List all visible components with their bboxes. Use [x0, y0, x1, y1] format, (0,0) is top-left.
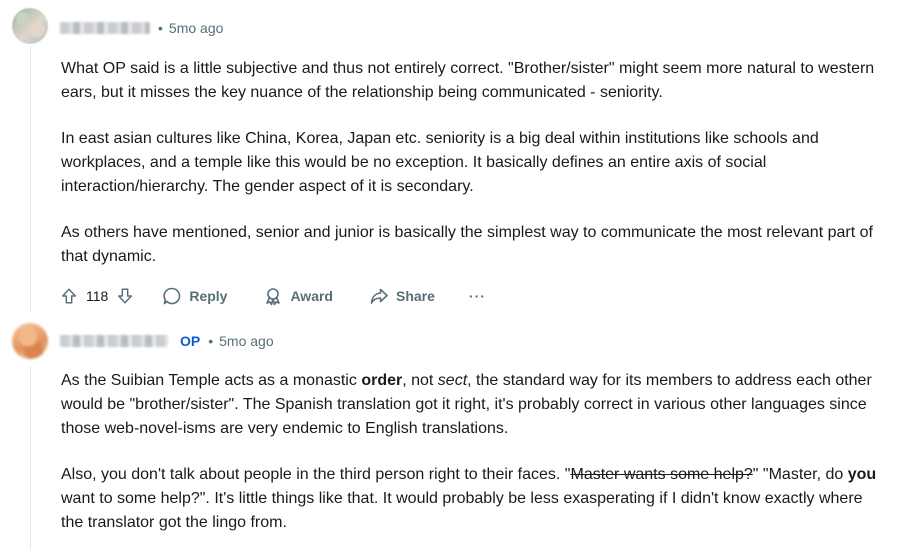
share-icon — [370, 288, 388, 304]
author-name-blurred[interactable] — [60, 335, 168, 347]
reply-label: Reply — [189, 288, 228, 304]
text-run: " "Master, do — [752, 466, 848, 483]
comment-paragraph: Also, you don't talk about people in the… — [61, 463, 886, 535]
upvote-icon[interactable] — [60, 287, 78, 305]
separator-dot: • — [208, 333, 214, 349]
comment-paragraph: As others have mentioned, senior and jun… — [61, 224, 873, 265]
vote-count: 118 — [86, 288, 109, 304]
award-label: Award — [290, 288, 333, 304]
comment-meta: • 5mo ago — [60, 18, 223, 38]
share-label: Share — [396, 288, 435, 304]
share-button[interactable]: Share — [369, 286, 435, 306]
comment-paragraph: As the Suibian Temple acts as a monastic… — [61, 369, 886, 441]
comment-paragraph: What OP said is a little subjective and … — [61, 60, 875, 101]
text-run: want to some help?". It's little things … — [61, 490, 863, 531]
comment-meta: OP • 5mo ago — [60, 331, 274, 351]
reply-button[interactable]: Reply — [162, 286, 227, 306]
text-run: As the Suibian Temple acts as a monastic — [61, 372, 362, 389]
award-icon — [266, 288, 281, 306]
comment-body: As the Suibian Temple acts as a monastic… — [61, 369, 886, 550]
text-run: Also, you don't talk about people in the… — [61, 466, 571, 483]
more-options-button[interactable]: ··· — [469, 288, 486, 304]
bold-text: order — [361, 372, 403, 389]
award-button[interactable]: Award — [263, 286, 333, 306]
italic-text: sect — [437, 372, 468, 389]
thread-line[interactable] — [30, 366, 31, 550]
comment-paragraph: In east asian cultures like China, Korea… — [61, 130, 819, 195]
author-name-blurred[interactable] — [60, 22, 150, 34]
timestamp[interactable]: 5mo ago — [219, 333, 273, 349]
more-icon: ··· — [468, 288, 486, 304]
vote-group: 118 — [60, 287, 134, 305]
avatar[interactable] — [12, 323, 48, 359]
comment-icon — [163, 287, 181, 305]
timestamp[interactable]: 5mo ago — [169, 20, 223, 36]
separator-dot: • — [158, 20, 163, 36]
downvote-icon[interactable] — [116, 287, 134, 305]
text-run: , not — [402, 372, 438, 389]
comment-actions: 118 Reply Award Share ··· — [60, 283, 486, 309]
comment-body: What OP said is a little subjective and … — [61, 57, 886, 291]
op-badge: OP — [180, 333, 201, 349]
thread-line[interactable] — [30, 46, 31, 312]
strikethrough-text: Master wants some help? — [570, 466, 753, 483]
avatar[interactable] — [12, 8, 48, 44]
bold-text: you — [847, 466, 877, 483]
